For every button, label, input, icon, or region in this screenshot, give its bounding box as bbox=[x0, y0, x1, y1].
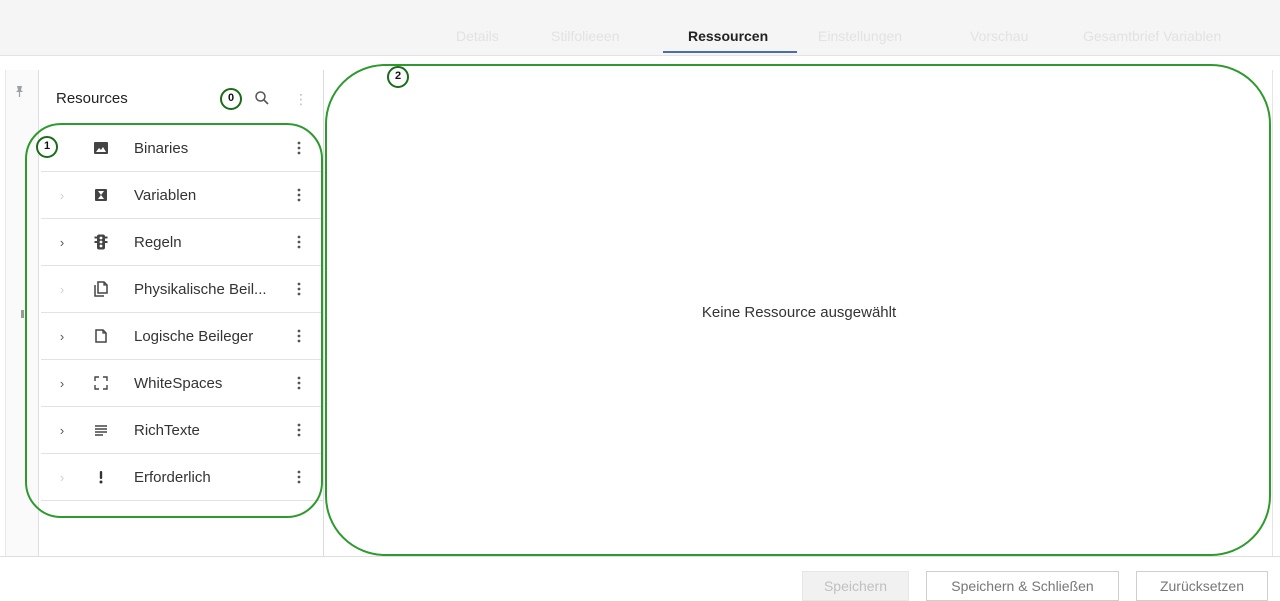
chevron-right-icon[interactable]: › bbox=[55, 172, 69, 219]
row-more-icon[interactable] bbox=[293, 421, 305, 439]
resource-row-binaries[interactable]: Binaries bbox=[41, 125, 323, 172]
chevron-right-icon[interactable]: › bbox=[55, 360, 69, 407]
resource-row-richtexts[interactable]: › RichTexte bbox=[41, 407, 323, 454]
traffic-light-icon bbox=[94, 234, 108, 250]
document-icon bbox=[95, 329, 107, 343]
resource-label: Logische Beileger bbox=[134, 328, 254, 345]
resource-label: Erforderlich bbox=[134, 469, 211, 486]
tab-details[interactable]: Details bbox=[456, 28, 499, 44]
resource-row-logical-inserts[interactable]: › Logische Beileger bbox=[41, 313, 323, 360]
footer-divider bbox=[0, 556, 1280, 557]
count-badge: 0 bbox=[220, 88, 242, 110]
tab-preview[interactable]: Vorschau bbox=[970, 28, 1028, 44]
resource-row-rules[interactable]: › Regeln bbox=[41, 219, 323, 266]
row-more-icon[interactable] bbox=[293, 468, 305, 486]
row-more-icon[interactable] bbox=[293, 327, 305, 345]
copy-document-icon bbox=[94, 281, 108, 297]
resource-label: Variablen bbox=[134, 187, 197, 204]
annotation-badge-2: 2 bbox=[387, 66, 409, 88]
save-and-close-button[interactable]: Speichern & Schließen bbox=[926, 571, 1119, 601]
resource-row-variables[interactable]: › Variablen bbox=[41, 172, 323, 219]
reset-button[interactable]: Zurücksetzen bbox=[1136, 571, 1268, 601]
fullscreen-corners-icon bbox=[94, 376, 108, 390]
tab-settings[interactable]: Einstellungen bbox=[818, 28, 902, 44]
text-lines-icon bbox=[95, 425, 107, 436]
tab-resources[interactable]: Ressourcen bbox=[688, 28, 768, 44]
panel-more-menu[interactable]: ⋮ bbox=[294, 90, 308, 108]
resource-row-physical-inserts[interactable]: › Physikalische Beil... bbox=[41, 266, 323, 313]
chevron-right-icon[interactable]: › bbox=[55, 407, 69, 454]
resource-label: Regeln bbox=[134, 234, 182, 251]
resource-row-whitespaces[interactable]: › WhiteSpaces bbox=[41, 360, 323, 407]
panel-title: Resources bbox=[56, 90, 128, 107]
resource-label: Binaries bbox=[134, 140, 189, 157]
variable-icon bbox=[95, 189, 107, 201]
pin-icon[interactable] bbox=[13, 84, 27, 98]
row-more-icon[interactable] bbox=[293, 186, 305, 204]
row-more-icon[interactable] bbox=[293, 374, 305, 392]
resource-label: RichTexte bbox=[134, 422, 200, 439]
chevron-right-icon[interactable]: › bbox=[55, 219, 69, 266]
exclamation-icon bbox=[99, 471, 103, 484]
tab-letter-variables[interactable]: Gesamtbrief Variablen bbox=[1083, 28, 1221, 44]
resource-label: WhiteSpaces bbox=[134, 375, 223, 392]
search-icon[interactable] bbox=[253, 89, 271, 107]
tab-stylesheets[interactable]: Stilfolieeen bbox=[551, 28, 620, 44]
empty-state-message: Keine Ressource ausgewählt bbox=[701, 304, 897, 321]
chevron-right-icon[interactable]: › bbox=[55, 266, 69, 313]
chevron-right-icon[interactable]: › bbox=[55, 454, 69, 501]
panel-resize-handle[interactable] bbox=[21, 310, 24, 318]
chevron-right-icon[interactable]: › bbox=[55, 313, 69, 360]
resource-label: Physikalische Beil... bbox=[134, 281, 267, 298]
tab-bar: Details Stilfolieeen Ressourcen Einstell… bbox=[0, 0, 1280, 56]
image-icon bbox=[94, 142, 108, 154]
resource-row-required[interactable]: › Erforderlich bbox=[41, 454, 323, 501]
active-tab-indicator bbox=[663, 51, 797, 53]
row-more-icon[interactable] bbox=[293, 280, 305, 298]
row-more-icon[interactable] bbox=[293, 139, 305, 157]
annotation-badge-1: 1 bbox=[36, 136, 58, 158]
row-more-icon[interactable] bbox=[293, 233, 305, 251]
save-button[interactable]: Speichern bbox=[802, 571, 909, 601]
